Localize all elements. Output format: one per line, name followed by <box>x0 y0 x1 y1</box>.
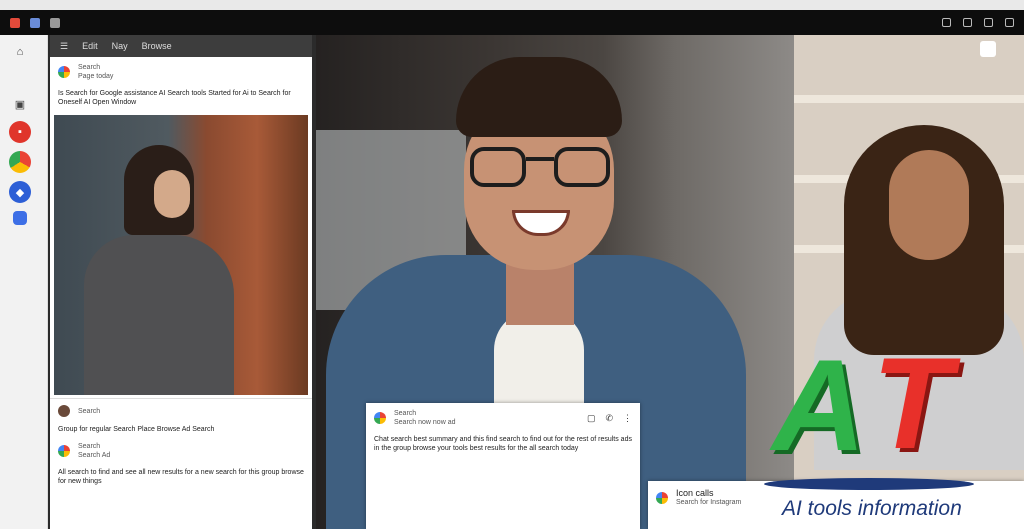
logo-letter-a: A <box>772 332 866 478</box>
home-icon[interactable]: ⌂ <box>9 41 31 63</box>
card-header: Search Search now now ad ▢ ✆ ⋮ <box>366 403 640 433</box>
close-icon[interactable] <box>1005 18 1014 27</box>
logo-swoosh <box>764 478 974 490</box>
glasses <box>470 147 526 187</box>
post-text: Is Search for Google assistance AI Searc… <box>58 90 291 106</box>
app-red-icon[interactable]: ▪ <box>9 121 31 143</box>
card2-text: All search to find and see all new resul… <box>58 469 304 485</box>
post-header: Search Page today <box>50 57 312 87</box>
card-text: Group for regular Search Place Browse Ad… <box>58 426 215 433</box>
browser-bar <box>0 0 1024 10</box>
share-icon[interactable] <box>942 18 951 27</box>
app-toolbar <box>0 10 1024 35</box>
search-card[interactable]: Search Search now now ad ▢ ✆ ⋮ Chat sear… <box>366 403 640 529</box>
card2-author: Search <box>78 443 101 450</box>
shelf <box>794 95 1024 103</box>
card-author: Search <box>78 407 101 415</box>
expand-icon[interactable] <box>980 41 996 57</box>
card-title: Search <box>394 410 417 417</box>
google-icon <box>374 412 386 424</box>
avatar <box>58 405 70 417</box>
settings-icon[interactable] <box>984 18 993 27</box>
card-sub: Search now now ad <box>394 419 456 426</box>
feed-column: ☰ Edit Nay Browse Search Page today Is S… <box>50 35 312 529</box>
tab-browse[interactable]: Browse <box>142 41 172 51</box>
tab-nay[interactable]: Nay <box>112 41 128 51</box>
post-sub: Page today <box>78 73 114 80</box>
card2-header: Search Search Ad <box>50 436 312 466</box>
card-header: Search <box>50 399 312 423</box>
window-icon[interactable] <box>963 18 972 27</box>
app-blue2-icon[interactable] <box>13 211 27 225</box>
google-icon <box>58 445 70 457</box>
hero-image: Search Search now now ad ▢ ✆ ⋮ Chat sear… <box>316 35 794 529</box>
left-rail: ⌂ ▣ ▪ ◆ <box>0 35 48 529</box>
person-coat <box>84 235 234 395</box>
card-actions: ▢ ✆ ⋮ <box>587 413 632 424</box>
app-blue-icon[interactable]: ◆ <box>9 181 31 203</box>
more-icon[interactable]: ⋮ <box>623 413 632 424</box>
copy-icon[interactable]: ▢ <box>587 413 596 424</box>
menu-icon[interactable]: ☰ <box>60 41 68 52</box>
phone-icon[interactable]: ✆ <box>605 413 613 424</box>
post-author: Search <box>78 64 101 71</box>
bottom-card-sub: Search for Instagram <box>676 499 742 506</box>
glasses-bridge <box>526 157 554 161</box>
chrome-icon[interactable] <box>9 151 31 173</box>
feed-tabs: ☰ Edit Nay Browse <box>50 35 312 57</box>
person-face <box>889 150 969 260</box>
google-icon <box>656 492 668 504</box>
brand-logo: A T <box>764 330 1012 490</box>
card-body: Chat search best summary and this find s… <box>374 436 632 452</box>
person-face <box>154 170 190 218</box>
glasses <box>554 147 610 187</box>
inbox-icon[interactable]: ▣ <box>9 93 31 115</box>
folder-icon[interactable] <box>50 17 60 28</box>
person-hair <box>456 57 622 137</box>
logo-letter-t: T <box>872 330 952 476</box>
post-photo[interactable] <box>54 115 308 395</box>
grid-icon[interactable] <box>30 17 40 28</box>
tab-edit[interactable]: Edit <box>82 41 98 51</box>
bottom-card-title: Icon calls <box>676 488 714 498</box>
brand-caption: AI tools information <box>778 497 966 521</box>
card2-sub: Search Ad <box>78 452 111 459</box>
feed-card: Search Group for regular Search Place Br… <box>50 398 312 529</box>
google-icon <box>58 66 70 78</box>
app-icon[interactable] <box>10 17 20 28</box>
